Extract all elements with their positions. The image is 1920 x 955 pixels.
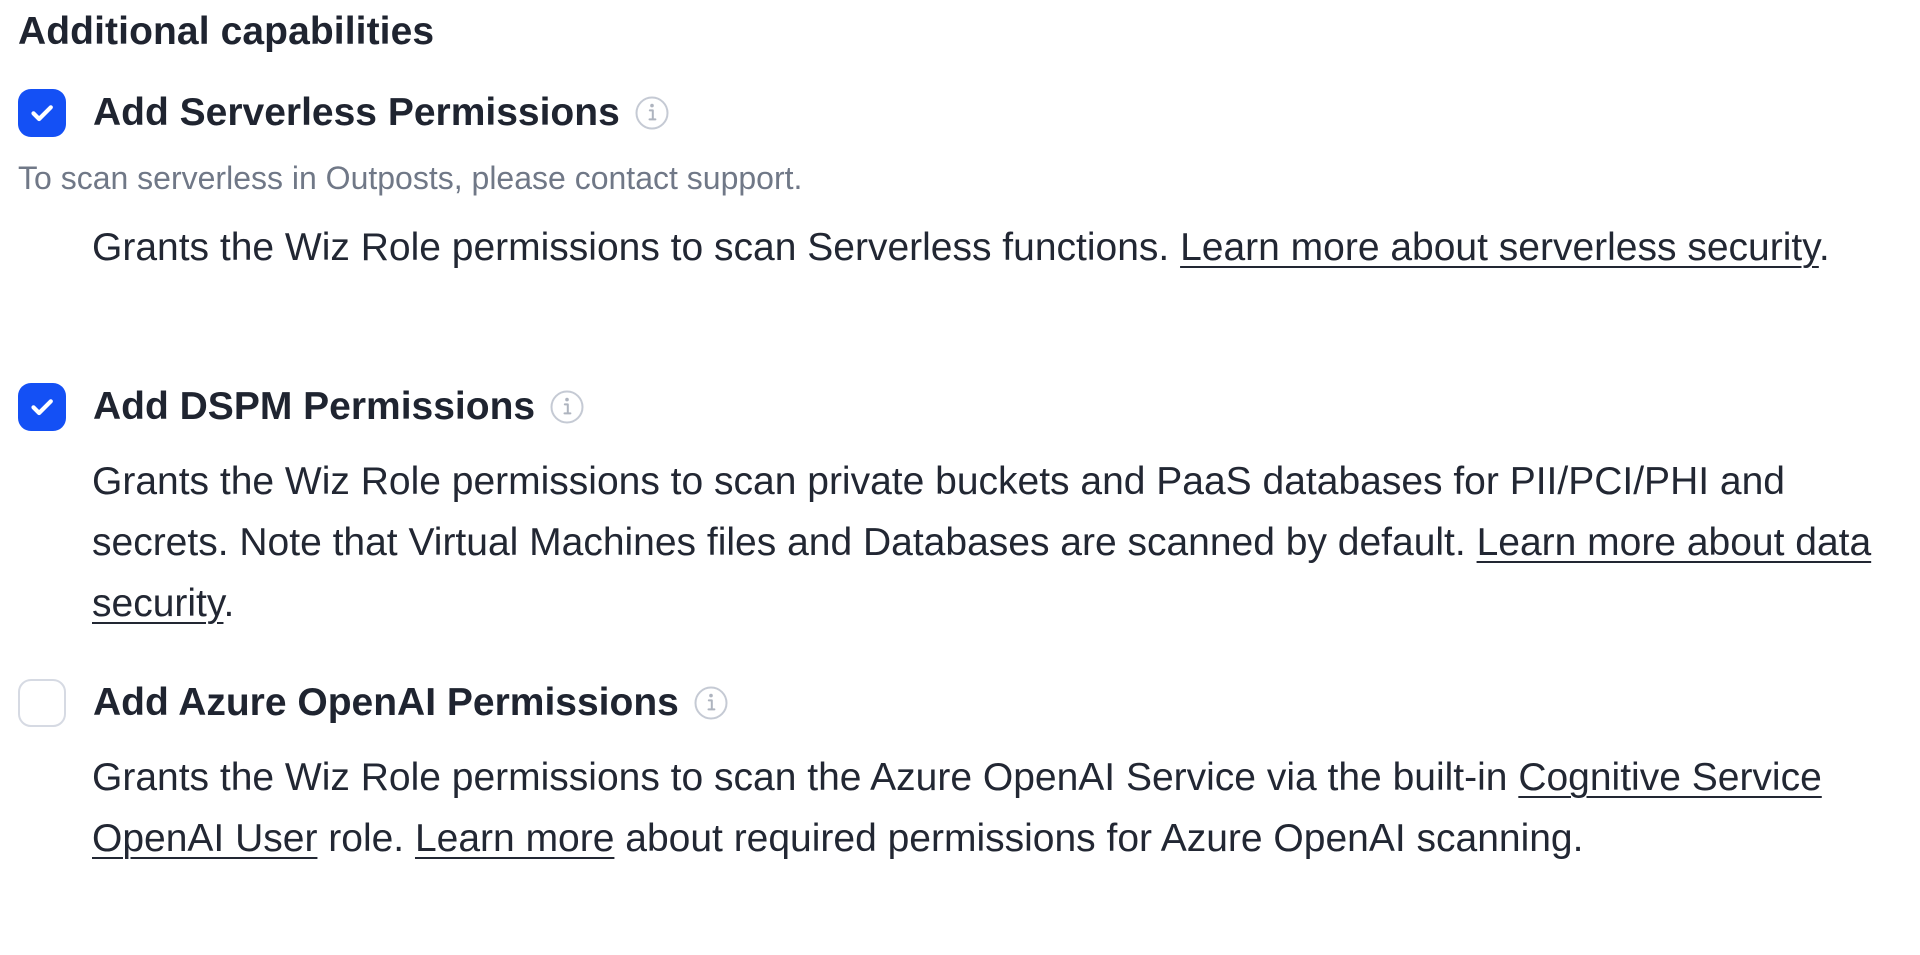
dspm-permissions-header: Add DSPM Permissions bbox=[18, 381, 1908, 433]
dspm-permissions-checkbox[interactable] bbox=[18, 383, 66, 431]
serverless-description-period: . bbox=[1818, 226, 1830, 269]
azure-openai-permissions-title: Add Azure OpenAI Permissions bbox=[93, 681, 679, 724]
serverless-outposts-note: To scan serverless in Outposts, please c… bbox=[18, 160, 803, 196]
additional-capabilities-panel: Additional capabilities Add Serverless P… bbox=[0, 0, 1920, 955]
azure-openai-permissions-description: Grants the Wiz Role permissions to scan … bbox=[92, 747, 1920, 869]
dspm-permissions-description: Grants the Wiz Role permissions to scan … bbox=[92, 451, 1920, 634]
serverless-permissions-checkbox[interactable] bbox=[18, 89, 66, 137]
azure-openai-permissions-checkbox[interactable] bbox=[18, 679, 66, 727]
section-title: Additional capabilities bbox=[18, 10, 435, 53]
checkmark-icon bbox=[31, 105, 53, 122]
azure-openai-learn-more-link[interactable]: Learn more bbox=[415, 817, 614, 860]
info-icon[interactable] bbox=[633, 94, 671, 132]
info-icon[interactable] bbox=[548, 388, 586, 426]
serverless-description-text: Grants the Wiz Role permissions to scan … bbox=[92, 226, 1181, 269]
checkmark-icon bbox=[31, 399, 53, 416]
dspm-permissions-title: Add DSPM Permissions bbox=[93, 385, 536, 428]
azure-openai-permissions-header: Add Azure OpenAI Permissions bbox=[18, 677, 1908, 729]
azure-openai-permissions-text: about required permissions for Azure Ope… bbox=[614, 817, 1584, 860]
serverless-permissions-title: Add Serverless Permissions bbox=[93, 91, 620, 134]
serverless-permissions-description: Grants the Wiz Role permissions to scan … bbox=[92, 217, 1920, 278]
dspm-permissions-option: Add DSPM Permissions bbox=[18, 381, 1908, 433]
azure-openai-permissions-option: Add Azure OpenAI Permissions bbox=[18, 677, 1908, 729]
serverless-security-link[interactable]: Learn more about serverless security bbox=[1180, 226, 1819, 269]
dspm-description-period: . bbox=[223, 582, 235, 625]
azure-openai-role-text: role. bbox=[317, 817, 415, 860]
info-icon[interactable] bbox=[692, 684, 730, 722]
serverless-permissions-header: Add Serverless Permissions bbox=[18, 87, 1908, 139]
serverless-permissions-option: Add Serverless Permissions bbox=[18, 87, 1908, 139]
azure-openai-description-text: Grants the Wiz Role permissions to scan … bbox=[92, 756, 1519, 799]
